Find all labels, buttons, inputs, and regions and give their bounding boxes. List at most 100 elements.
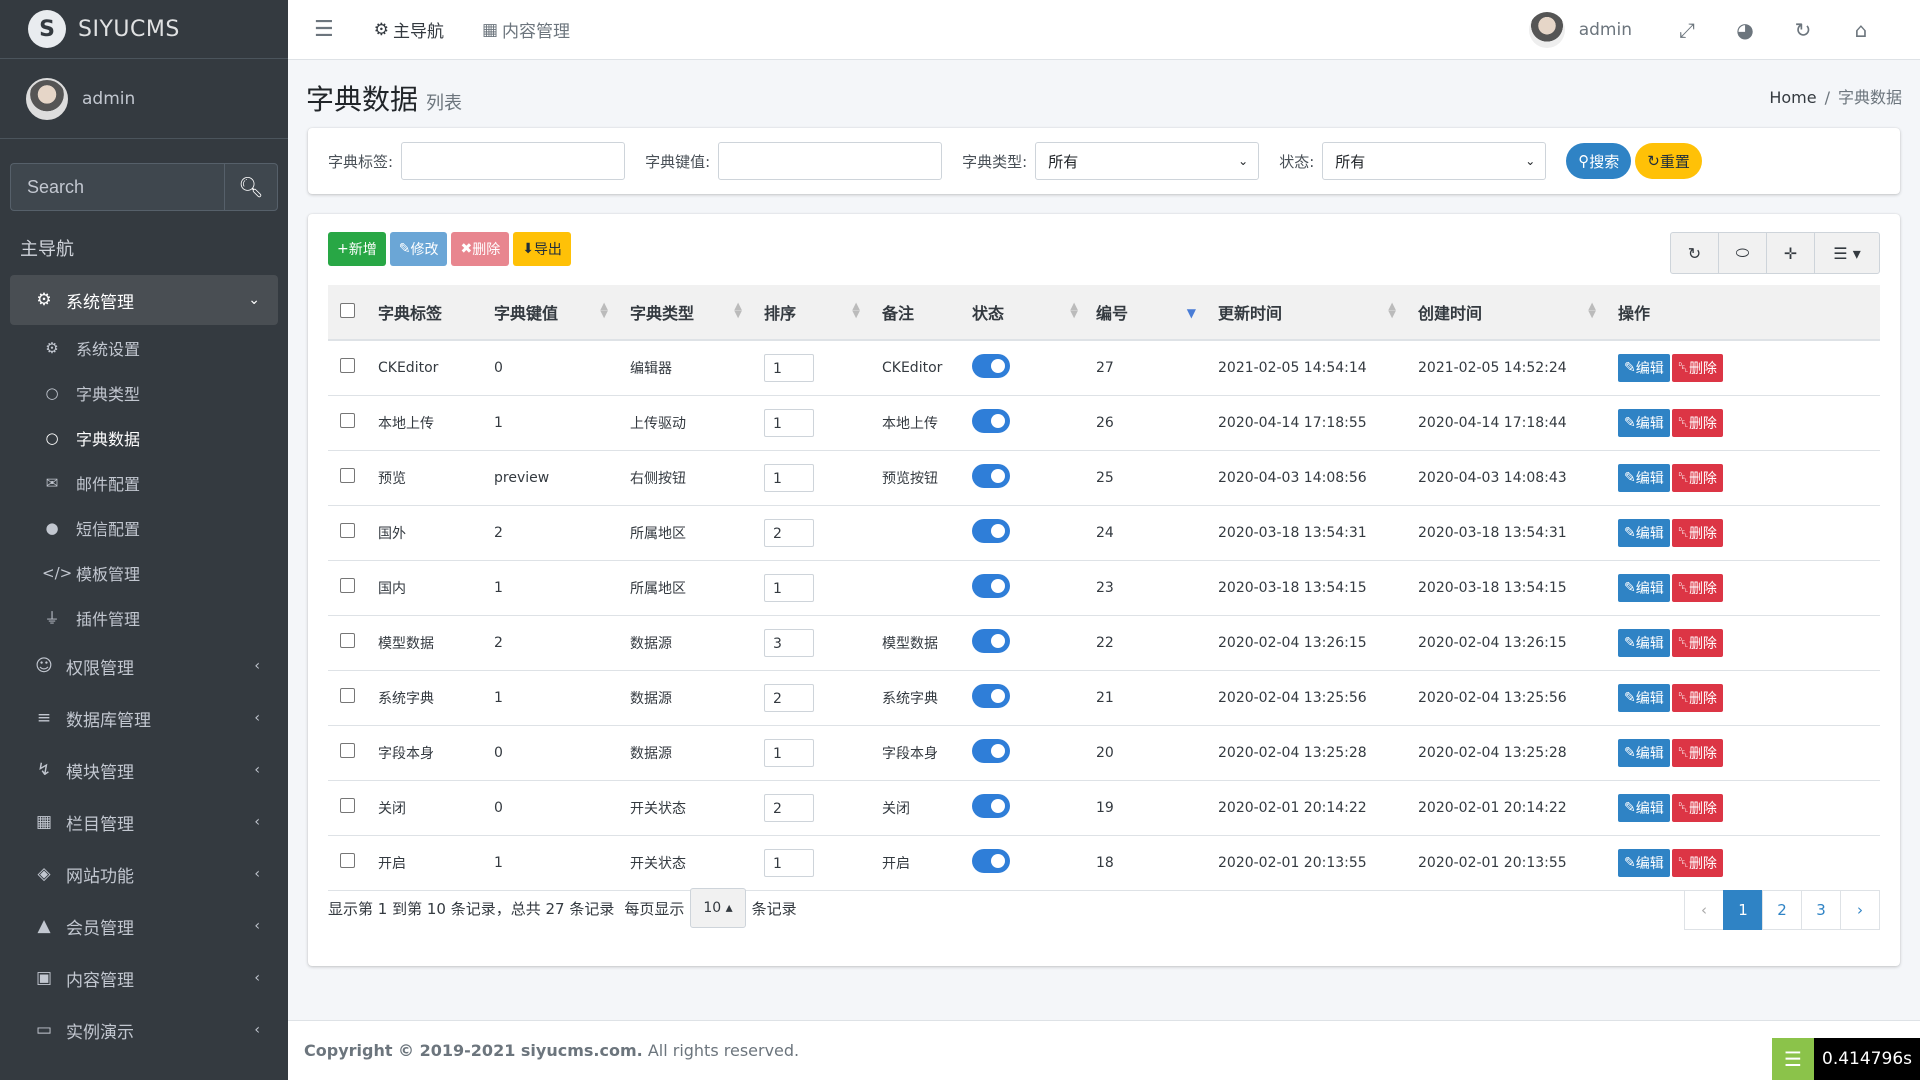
row-edit-button[interactable]: ✎ 编辑 xyxy=(1618,628,1670,657)
status-toggle[interactable] xyxy=(972,628,1010,653)
dict-value-input[interactable] xyxy=(718,142,943,180)
sort-input[interactable]: 2 xyxy=(764,518,814,547)
breadcrumb-home[interactable]: Home xyxy=(1769,88,1816,107)
row-checkbox[interactable] xyxy=(340,688,355,703)
dict-type-select[interactable]: 所有 ⌄ xyxy=(1035,142,1260,180)
sort-input[interactable]: 1 xyxy=(764,463,814,492)
row-edit-button[interactable]: ✎ 编辑 xyxy=(1618,738,1670,767)
status-toggle[interactable] xyxy=(972,793,1010,818)
sidebar-item-member[interactable]: ▲ 会员管理 ‹ xyxy=(10,900,278,952)
status-toggle[interactable] xyxy=(972,408,1010,433)
col-sort[interactable]: 排序 ▲ ▼ xyxy=(754,285,872,341)
status-toggle[interactable] xyxy=(972,573,1010,598)
sidebar-subitem-dict-data[interactable]: ○ 字典数据 xyxy=(0,415,288,460)
columns-icon[interactable]: ☰ ▾ xyxy=(1815,233,1879,273)
sidebar-subitem-dict-type[interactable]: ○ 字典类型 xyxy=(0,370,288,415)
refresh-icon[interactable]: ↻ xyxy=(1774,18,1832,42)
sort-input[interactable]: 1 xyxy=(764,738,814,767)
sidebar-subitem-template[interactable]: </> 模板管理 xyxy=(0,550,288,595)
edit-button[interactable]: ✎ 修改 xyxy=(389,232,448,266)
refresh-icon[interactable]: ↻ xyxy=(1671,233,1719,273)
sort-input[interactable]: 1 xyxy=(764,353,814,382)
sidebar-item-content[interactable]: ▣ 内容管理 ‹ xyxy=(10,952,278,1004)
row-checkbox[interactable] xyxy=(340,578,355,593)
fullscreen-icon[interactable]: ⤢ xyxy=(1658,18,1716,42)
row-checkbox[interactable] xyxy=(340,523,355,538)
page-size-dropdown[interactable]: 10 ▴ xyxy=(690,888,746,928)
debug-timer[interactable]: ☰ 0.414796s xyxy=(1772,1038,1920,1080)
status-toggle[interactable] xyxy=(972,683,1010,708)
row-delete-button[interactable]: ␡ 删除 xyxy=(1671,683,1723,712)
row-delete-button[interactable]: ␡ 删除 xyxy=(1671,628,1723,657)
row-edit-button[interactable]: ✎ 编辑 xyxy=(1618,573,1670,602)
search-button[interactable]: ⚲ 搜索 xyxy=(1566,143,1632,179)
col-created[interactable]: 创建时间 ▲ ▼ xyxy=(1408,285,1608,341)
toggle-view-icon[interactable]: ⬭ xyxy=(1719,233,1767,273)
row-edit-button[interactable]: ✎ 编辑 xyxy=(1618,353,1670,382)
search-input[interactable]: Search xyxy=(10,163,224,211)
row-edit-button[interactable]: ✎ 编辑 xyxy=(1618,518,1670,547)
row-delete-button[interactable]: ␡ 删除 xyxy=(1671,463,1723,492)
avatar[interactable] xyxy=(1528,12,1565,48)
page-2[interactable]: 2 xyxy=(1762,890,1802,930)
sort-input[interactable]: 1 xyxy=(764,573,814,602)
page-1[interactable]: 1 xyxy=(1723,890,1763,930)
row-delete-button[interactable]: ␡ 删除 xyxy=(1671,793,1723,822)
search-button[interactable]: 🔍︎ xyxy=(224,163,278,211)
row-checkbox[interactable] xyxy=(340,798,355,813)
status-select[interactable]: 所有 ⌄ xyxy=(1322,142,1547,180)
status-toggle[interactable] xyxy=(972,463,1010,488)
row-delete-button[interactable]: ␡ 删除 xyxy=(1671,573,1723,602)
row-delete-button[interactable]: ␡ 删除 xyxy=(1671,518,1723,547)
sidebar-subitem-plugin[interactable]: ⏚ 插件管理 xyxy=(0,595,288,640)
user-panel[interactable]: admin xyxy=(0,59,288,139)
topbar-user[interactable]: admin xyxy=(1579,20,1632,40)
status-toggle[interactable] xyxy=(972,738,1010,763)
row-edit-button[interactable]: ✎ 编辑 xyxy=(1618,463,1670,492)
sidebar-subitem-sms[interactable]: ● 短信配置 xyxy=(0,505,288,550)
row-edit-button[interactable]: ✎ 编辑 xyxy=(1618,793,1670,822)
reset-button[interactable]: ↻ 重置 xyxy=(1635,143,1702,179)
sidebar-item-permission[interactable]: ☺ 权限管理 ‹ xyxy=(10,640,278,692)
topnav-main[interactable]: ⚙ 主导航 xyxy=(374,17,444,43)
row-delete-button[interactable]: ␡ 删除 xyxy=(1671,408,1723,437)
menu-toggle-icon[interactable]: ☰ xyxy=(314,17,334,42)
col-type[interactable]: 字典类型 ▲ ▼ xyxy=(620,285,754,341)
status-toggle[interactable] xyxy=(972,848,1010,873)
export-button[interactable]: ⬇ 导出 xyxy=(513,232,571,266)
sidebar-item-system[interactable]: ⚙ 系统管理 ⌄ xyxy=(10,275,278,325)
row-checkbox[interactable] xyxy=(340,743,355,758)
row-edit-button[interactable]: ✎ 编辑 xyxy=(1618,683,1670,712)
status-toggle[interactable] xyxy=(972,518,1010,543)
palette-icon[interactable]: ◕ xyxy=(1716,18,1774,42)
sidebar-item-column[interactable]: ▦ 栏目管理 ‹ xyxy=(10,796,278,848)
sidebar-item-demo[interactable]: ▭ 实例演示 ‹ xyxy=(10,1004,278,1056)
home-icon[interactable]: ⌂ xyxy=(1832,18,1890,42)
sort-input[interactable]: 1 xyxy=(764,848,814,877)
sidebar-item-database[interactable]: ≡ 数据库管理 ‹ xyxy=(10,692,278,744)
page-next[interactable]: › xyxy=(1840,890,1880,930)
select-all-checkbox[interactable] xyxy=(340,302,355,318)
brand[interactable]: S SIYUCMS xyxy=(0,0,288,59)
row-edit-button[interactable]: ✎ 编辑 xyxy=(1618,848,1670,877)
add-button[interactable]: + 新增 xyxy=(328,232,386,266)
dict-tag-input[interactable] xyxy=(401,142,626,180)
row-delete-button[interactable]: ␡ 删除 xyxy=(1671,738,1723,767)
col-id[interactable]: 编号 ▼ xyxy=(1090,285,1208,341)
sidebar-item-module[interactable]: ↯ 模块管理 ‹ xyxy=(10,744,278,796)
col-status[interactable]: 状态 ▲ ▼ xyxy=(972,285,1090,341)
sidebar-subitem-mail[interactable]: ✉ 邮件配置 xyxy=(0,460,288,505)
delete-button[interactable]: ✖ 删除 xyxy=(451,232,510,266)
page-prev[interactable]: ‹ xyxy=(1684,890,1724,930)
row-checkbox[interactable] xyxy=(340,413,355,428)
sort-input[interactable]: 2 xyxy=(764,793,814,822)
page-3[interactable]: 3 xyxy=(1801,890,1841,930)
sort-input[interactable]: 3 xyxy=(764,628,814,657)
sort-input[interactable]: 1 xyxy=(764,408,814,437)
row-delete-button[interactable]: ␡ 删除 xyxy=(1671,353,1723,382)
row-edit-button[interactable]: ✎ 编辑 xyxy=(1618,408,1670,437)
move-icon[interactable]: ✛ xyxy=(1767,233,1815,273)
row-checkbox[interactable] xyxy=(340,853,355,868)
col-tag[interactable]: 字典标签 xyxy=(378,285,486,341)
topnav-content[interactable]: ▦ 内容管理 xyxy=(482,17,570,43)
